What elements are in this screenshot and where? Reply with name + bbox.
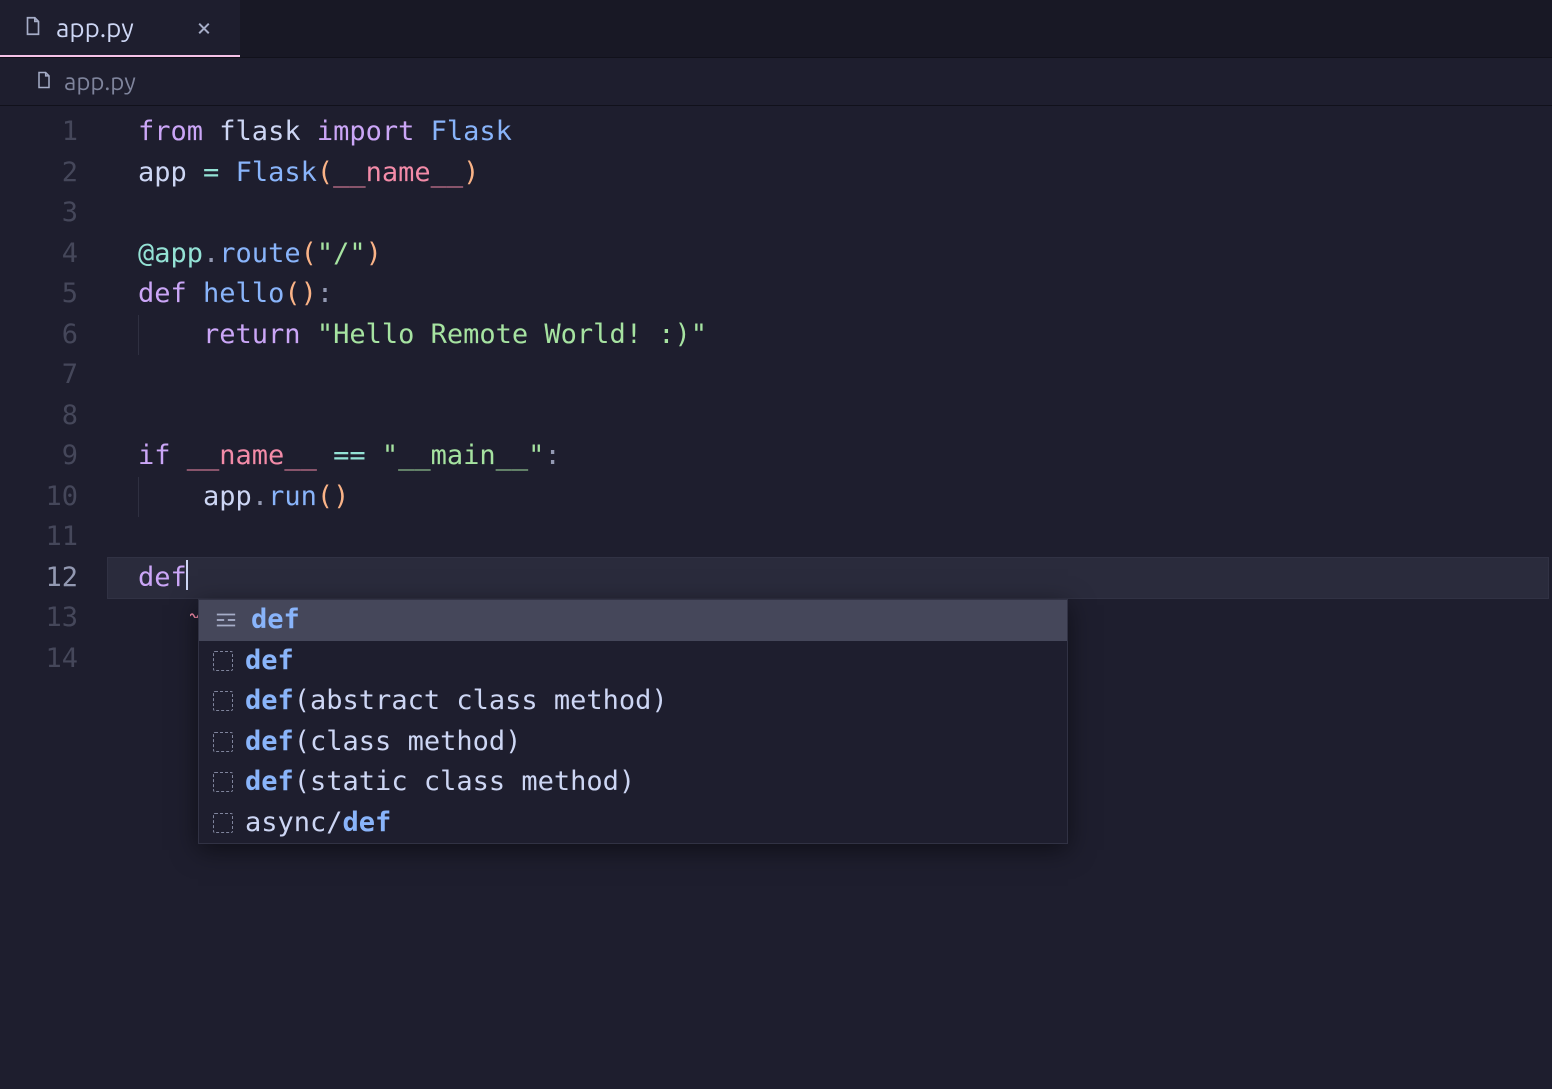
keyword-icon bbox=[213, 607, 239, 633]
snippet-icon bbox=[213, 732, 233, 752]
autocomplete-label: def bbox=[251, 600, 300, 641]
line-number: 14 bbox=[0, 639, 78, 680]
autocomplete-item[interactable]: def bbox=[199, 600, 1067, 641]
snippet-icon bbox=[213, 772, 233, 792]
autocomplete-popup[interactable]: defdefdef(abstract class method)def(clas… bbox=[198, 599, 1068, 844]
autocomplete-label: def(abstract class method) bbox=[245, 681, 668, 722]
snippet-icon bbox=[213, 813, 233, 833]
line-number: 1 bbox=[0, 112, 78, 153]
line-number: 2 bbox=[0, 153, 78, 194]
line-number: 4 bbox=[0, 234, 78, 275]
line-number: 3 bbox=[0, 193, 78, 234]
line-number: 6 bbox=[0, 315, 78, 356]
code-line[interactable]: def bbox=[108, 558, 1548, 599]
snippet-icon bbox=[213, 651, 233, 671]
line-number: 7 bbox=[0, 355, 78, 396]
tab-bar: app.py × bbox=[0, 0, 1552, 58]
code-line[interactable]: return "Hello Remote World! :)" bbox=[108, 315, 1552, 356]
line-number: 9 bbox=[0, 436, 78, 477]
autocomplete-item[interactable]: def bbox=[199, 641, 1067, 682]
autocomplete-item[interactable]: def(abstract class method) bbox=[199, 681, 1067, 722]
autocomplete-label: def(static class method) bbox=[245, 762, 635, 803]
code-line[interactable]: def hello(): bbox=[108, 274, 1552, 315]
tab-filename: app.py bbox=[56, 13, 134, 42]
snippet-icon bbox=[213, 691, 233, 711]
code-line[interactable]: app.run() bbox=[108, 477, 1552, 518]
line-number: 12 bbox=[0, 558, 78, 599]
line-number: 11 bbox=[0, 517, 78, 558]
error-squiggle-icon bbox=[190, 590, 204, 596]
file-icon bbox=[22, 13, 44, 43]
autocomplete-label: def(class method) bbox=[245, 722, 521, 763]
close-icon[interactable]: × bbox=[190, 14, 218, 42]
line-number: 13 bbox=[0, 598, 78, 639]
breadcrumb[interactable]: app.py bbox=[0, 58, 1552, 106]
code-line[interactable]: @app.route("/") bbox=[108, 234, 1552, 275]
code-editor[interactable]: 1234567891011121314 from flask import Fl… bbox=[0, 106, 1552, 1089]
code-line[interactable] bbox=[108, 396, 1552, 437]
line-number: 8 bbox=[0, 396, 78, 437]
code-area[interactable]: from flask import Flaskapp = Flask(__nam… bbox=[108, 106, 1552, 1089]
autocomplete-label: def bbox=[245, 641, 294, 682]
autocomplete-label: async/def bbox=[245, 803, 391, 844]
code-line[interactable] bbox=[108, 517, 1552, 558]
code-line[interactable]: if __name__ == "__main__": bbox=[108, 436, 1552, 477]
line-number-gutter: 1234567891011121314 bbox=[0, 106, 108, 1089]
code-line[interactable]: from flask import Flask bbox=[108, 112, 1552, 153]
autocomplete-item[interactable]: def(static class method) bbox=[199, 762, 1067, 803]
code-line[interactable] bbox=[108, 193, 1552, 234]
line-number: 10 bbox=[0, 477, 78, 518]
code-line[interactable] bbox=[108, 355, 1552, 396]
breadcrumb-filename: app.py bbox=[64, 68, 136, 95]
autocomplete-item[interactable]: async/def bbox=[199, 803, 1067, 844]
code-line[interactable]: app = Flask(__name__) bbox=[108, 153, 1552, 194]
text-cursor bbox=[186, 560, 188, 590]
line-number: 5 bbox=[0, 274, 78, 315]
editor-tab[interactable]: app.py × bbox=[0, 0, 240, 57]
file-icon bbox=[34, 68, 54, 96]
autocomplete-item[interactable]: def(class method) bbox=[199, 722, 1067, 763]
